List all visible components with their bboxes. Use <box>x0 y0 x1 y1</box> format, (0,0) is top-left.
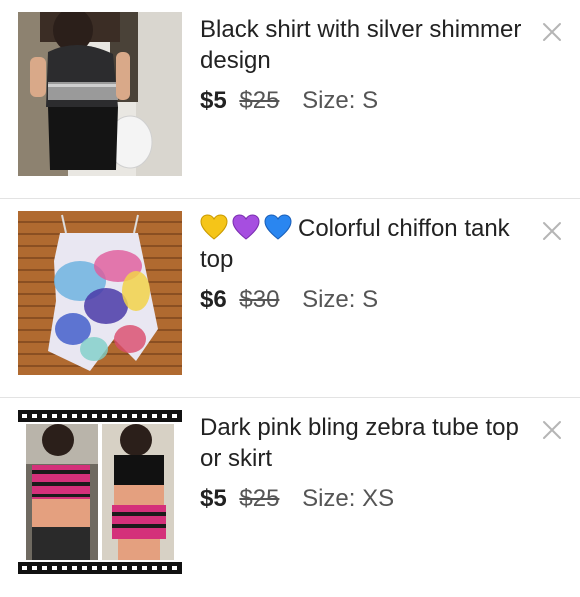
listing-photo[interactable] <box>18 410 182 574</box>
listing-size: Size: XS <box>302 485 395 512</box>
listing-photo[interactable] <box>18 12 182 176</box>
list-item[interactable]: Colorful chiffon tank top $6 $30 Size: S <box>0 199 580 398</box>
listing-price: $5 <box>200 485 227 512</box>
price-row: $5 $25 Size: XS <box>200 484 530 514</box>
listing-size: Size: S <box>302 286 379 313</box>
listing-title[interactable]: Black shirt with silver shimmer design <box>200 14 530 76</box>
list-item[interactable]: Dark pink bling zebra tube top or skirt … <box>0 398 580 597</box>
close-icon[interactable] <box>540 20 564 44</box>
price-row: $5 $25 Size: S <box>200 86 530 116</box>
listing-price: $5 <box>200 87 227 114</box>
listing-title[interactable]: Dark pink bling zebra tube top or skirt <box>200 412 530 474</box>
purple-heart-icon <box>232 214 260 240</box>
listing-size: Size: S <box>302 87 379 114</box>
blue-heart-icon <box>264 214 292 240</box>
listing-info: Colorful chiffon tank top $6 $30 Size: S <box>200 213 530 315</box>
heart-emojis <box>200 214 292 240</box>
original-price: $25 <box>239 485 280 512</box>
listing-photo[interactable] <box>18 211 182 375</box>
listing-info: Dark pink bling zebra tube top or skirt … <box>200 412 530 514</box>
original-price: $25 <box>239 87 280 114</box>
price-row: $6 $30 Size: S <box>200 285 530 315</box>
list-item[interactable]: Black shirt with silver shimmer design $… <box>0 0 580 199</box>
listing-price: $6 <box>200 286 227 313</box>
original-price: $30 <box>239 286 280 313</box>
close-icon[interactable] <box>540 219 564 243</box>
yellow-heart-icon <box>200 214 228 240</box>
listing-info: Black shirt with silver shimmer design $… <box>200 14 530 116</box>
listing-list: Black shirt with silver shimmer design $… <box>0 0 580 597</box>
close-icon[interactable] <box>540 418 564 442</box>
listing-title[interactable]: Colorful chiffon tank top <box>200 213 530 275</box>
